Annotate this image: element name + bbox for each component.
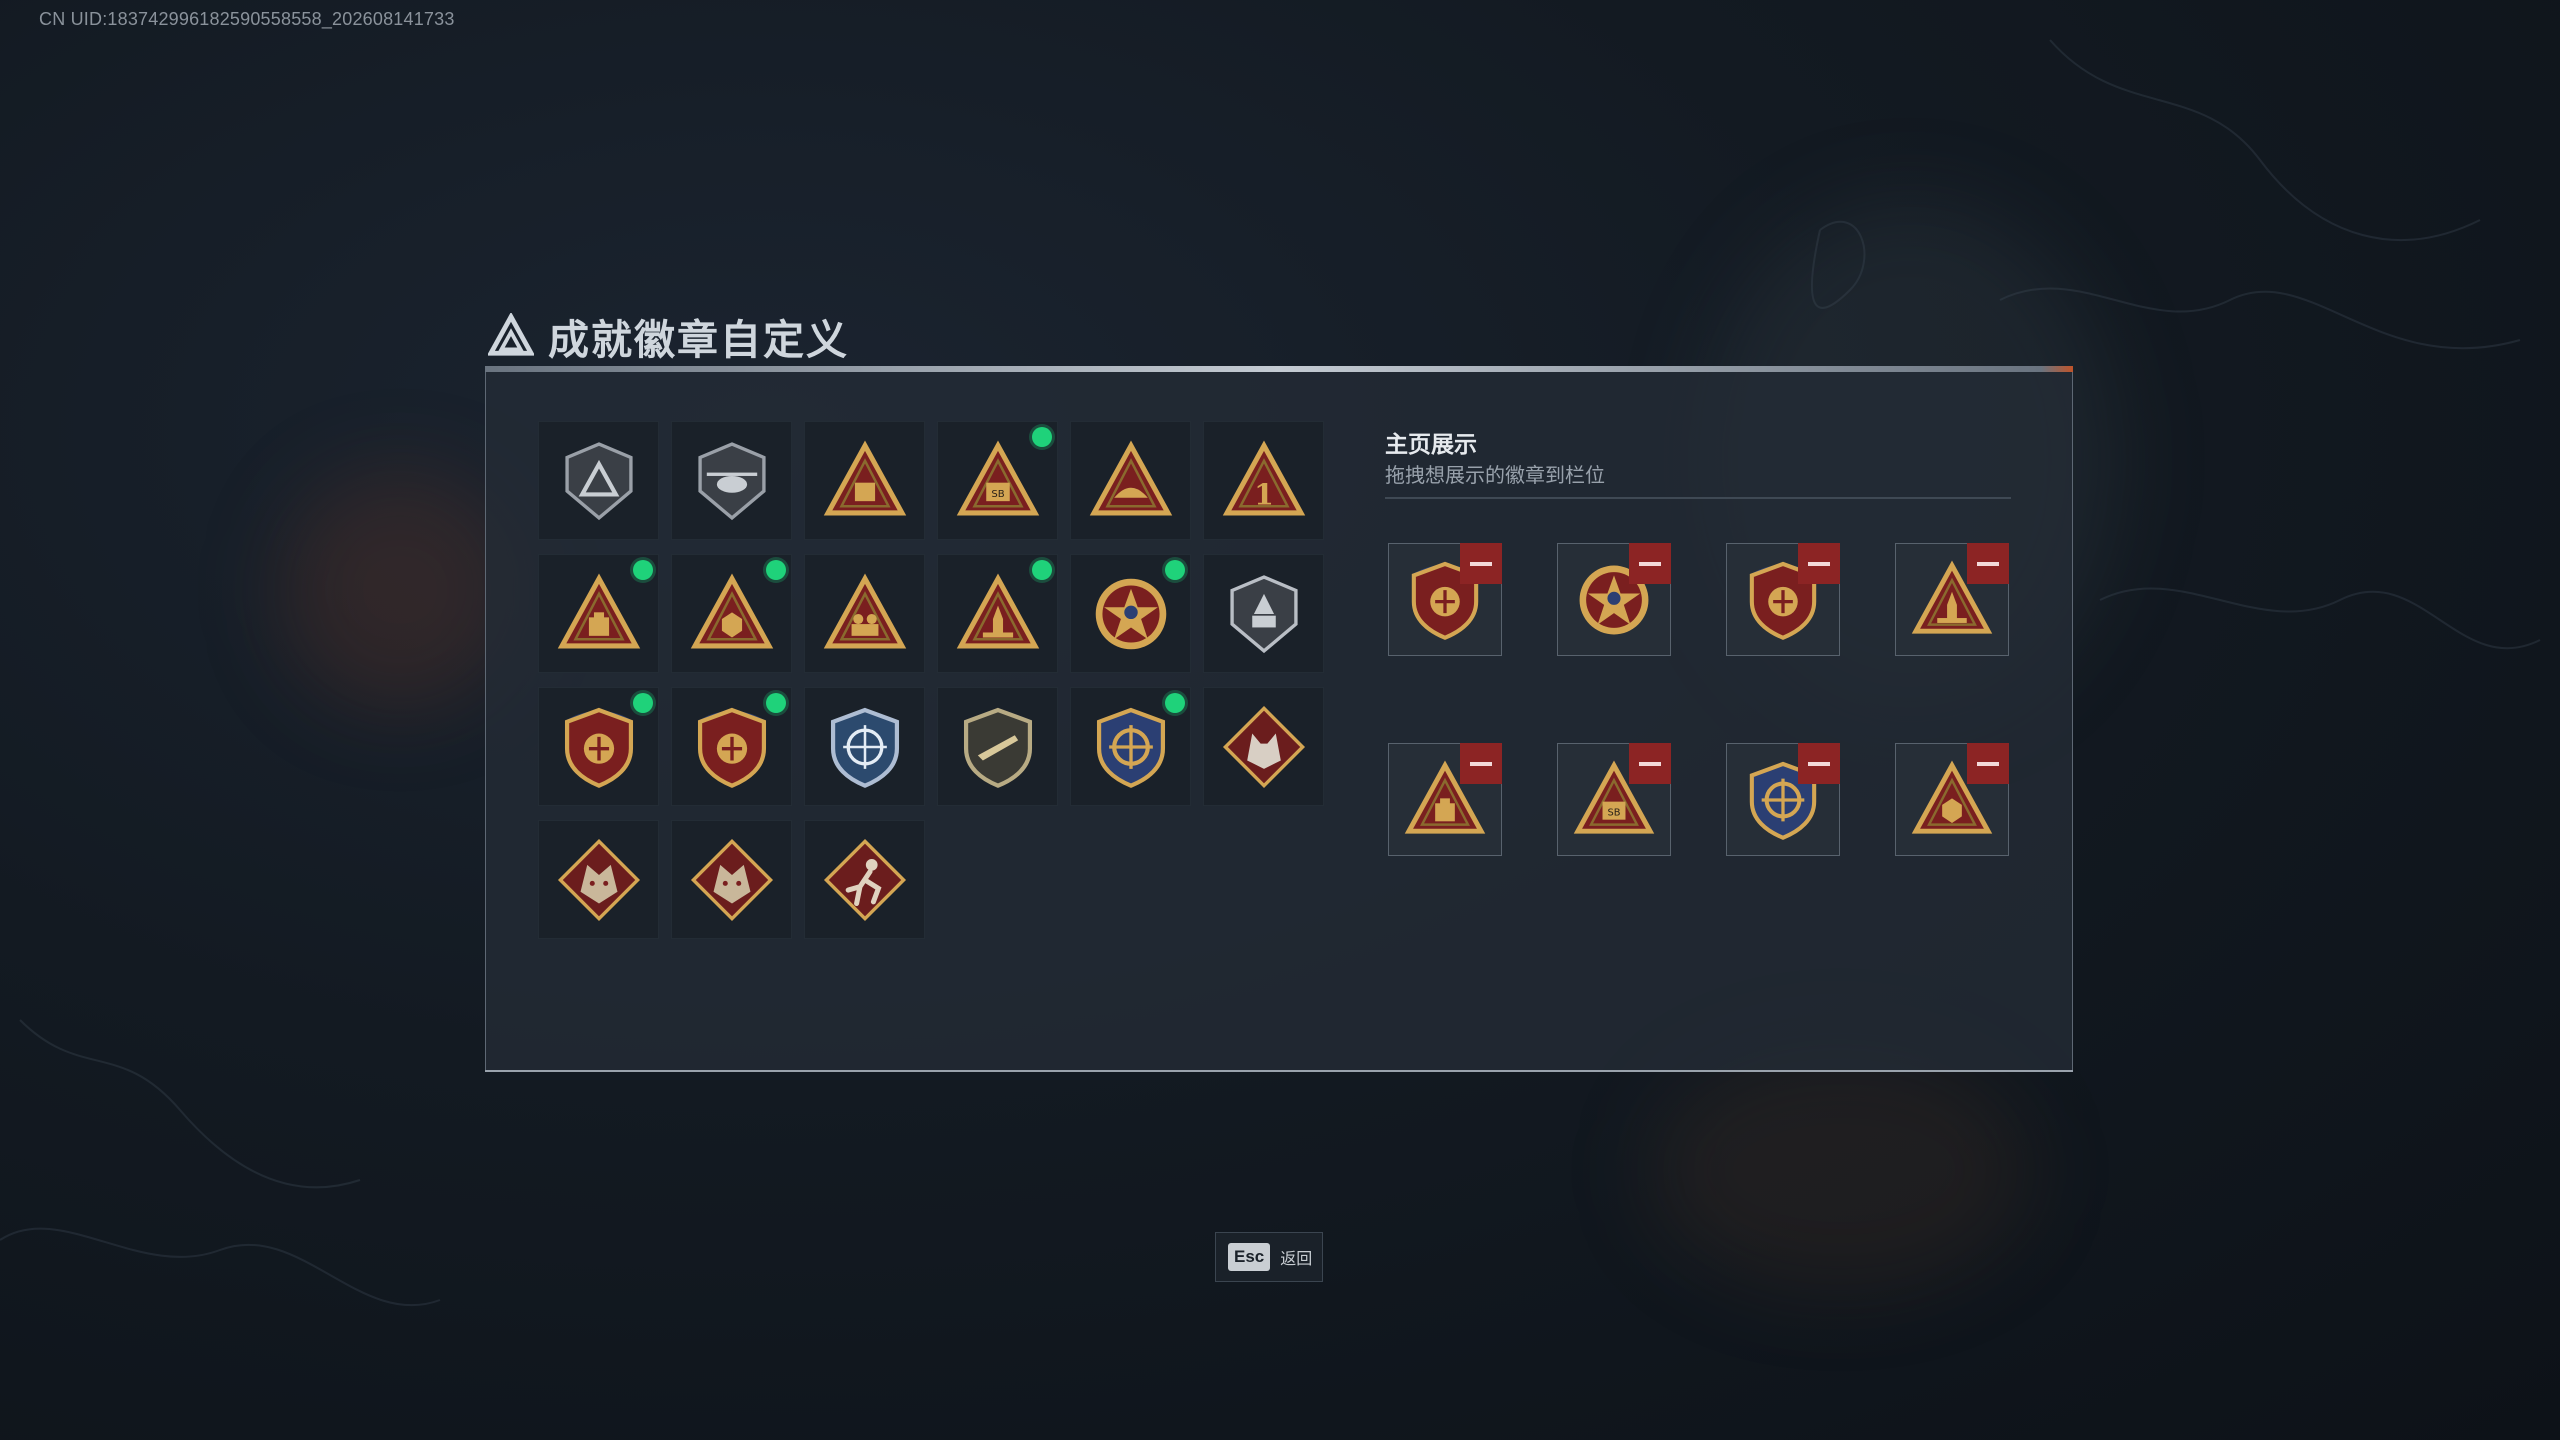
uid-label: CN UID:1837429961825905585​58_2026081417…: [39, 9, 455, 29]
map-triangle-badge-icon: [823, 439, 906, 515]
delta-logo-icon: [488, 313, 534, 356]
minus-icon: [1470, 761, 1492, 766]
badge-cell[interactable]: [671, 820, 792, 939]
display-section-title: 主页展示: [1385, 431, 1477, 457]
display-slot[interactable]: SB: [1557, 743, 1671, 856]
badge-cell[interactable]: [1070, 421, 1191, 540]
dragon-diamond-badge-icon: [690, 838, 773, 921]
svg-text:SB: SB: [1608, 807, 1621, 818]
eagle-shield-badge-icon: [697, 707, 766, 788]
display-slot[interactable]: [1557, 543, 1671, 656]
minus-icon: [1808, 561, 1830, 566]
number-one-triangle-badge-icon: 1: [1222, 439, 1305, 515]
new-indicator-dot: [1165, 693, 1185, 713]
minus-icon: [1977, 761, 1999, 766]
svg-text:SB: SB: [991, 488, 1004, 499]
sb-triangle-badge-icon: SB: [956, 439, 1039, 515]
display-slot[interactable]: [1388, 743, 1502, 856]
minus-icon: [1470, 561, 1492, 566]
panel-title-text: 成就徽章自定义: [548, 316, 849, 364]
badge-cell[interactable]: [538, 421, 659, 540]
remove-badge-button[interactable]: [1460, 543, 1502, 584]
badge-cell[interactable]: [538, 554, 659, 673]
esc-back-label: 返回: [1280, 1251, 1313, 1268]
minus-icon: [1977, 561, 1999, 566]
dragon-diamond-badge-icon: [557, 838, 640, 921]
display-slot[interactable]: [1388, 543, 1502, 656]
minus-icon: [1639, 761, 1661, 766]
soldiers-triangle-badge-icon: [823, 572, 906, 648]
shield-triangle-badge-icon: [564, 441, 633, 520]
remove-badge-button[interactable]: [1967, 543, 2009, 584]
helicopter-shield-badge-icon: [697, 441, 766, 520]
panel-bottom-line: [485, 1070, 2073, 1072]
new-indicator-dot: [633, 693, 653, 713]
badge-cell[interactable]: [671, 687, 792, 806]
display-slot[interactable]: [1895, 743, 2009, 856]
display-slot[interactable]: [1726, 543, 1840, 656]
remove-badge-button[interactable]: [1460, 743, 1502, 784]
badge-cell[interactable]: [671, 421, 792, 540]
display-section-subtitle: 拖拽想展示的徽章到栏位: [1385, 465, 1605, 487]
crosshair-shield-blue-badge-icon: [830, 707, 899, 788]
background-glow: [1650, 1050, 2030, 1290]
badge-cell[interactable]: [1203, 687, 1324, 806]
badge-cell[interactable]: [804, 687, 925, 806]
esc-key-icon: Esc: [1228, 1243, 1271, 1271]
new-indicator-dot: [766, 693, 786, 713]
badge-cell[interactable]: [937, 554, 1058, 673]
display-slot[interactable]: [1726, 743, 1840, 856]
background-glow: [280, 470, 520, 710]
badge-cell[interactable]: SB: [937, 421, 1058, 540]
badge-cell[interactable]: [937, 687, 1058, 806]
hand-shield-badge-icon: [1229, 574, 1298, 653]
remove-badge-button[interactable]: [1629, 543, 1671, 584]
badge-cell[interactable]: [804, 554, 925, 673]
new-indicator-dot: [1032, 427, 1052, 447]
panel-top-bar: [485, 366, 2073, 372]
badge-cell[interactable]: [1070, 687, 1191, 806]
new-indicator-dot: [766, 560, 786, 580]
minus-icon: [1639, 561, 1661, 566]
new-indicator-dot: [1165, 560, 1185, 580]
badge-cell[interactable]: [1203, 554, 1324, 673]
crosshair-shield-gold-badge-icon: [1096, 707, 1165, 788]
minus-icon: [1808, 761, 1830, 766]
rifle-shield-badge-icon: [963, 707, 1032, 788]
eagle-shield-badge-icon: [564, 707, 633, 788]
hex-triangle-badge-icon: [690, 572, 773, 648]
badge-cell[interactable]: [671, 554, 792, 673]
display-slot[interactable]: [1895, 543, 2009, 656]
remove-badge-button[interactable]: [1967, 743, 2009, 784]
remove-badge-button[interactable]: [1798, 543, 1840, 584]
runner-diamond-badge-icon: [823, 838, 906, 921]
hands-triangle-badge-icon: [1089, 439, 1172, 515]
new-indicator-dot: [1032, 560, 1052, 580]
panel-title: 成就徽章自定义: [488, 308, 849, 364]
new-indicator-dot: [633, 560, 653, 580]
rocket-triangle-badge-icon: [956, 572, 1039, 648]
badge-cell[interactable]: [804, 421, 925, 540]
badge-cell[interactable]: [1070, 554, 1191, 673]
svg-text:1: 1: [1254, 477, 1274, 511]
badge-cell[interactable]: [804, 820, 925, 939]
wolf-diamond-badge-icon: [1222, 705, 1305, 788]
badge-cell[interactable]: 1: [1203, 421, 1324, 540]
badge-cell[interactable]: [538, 820, 659, 939]
remove-badge-button[interactable]: [1798, 743, 1840, 784]
crate-triangle-badge-icon: [557, 572, 640, 648]
badge-cell[interactable]: [538, 687, 659, 806]
display-divider: [1385, 497, 2011, 499]
esc-back-button[interactable]: Esc 返回: [1215, 1232, 1323, 1282]
remove-badge-button[interactable]: [1629, 743, 1671, 784]
star-skull-badge-icon: [1095, 578, 1166, 649]
